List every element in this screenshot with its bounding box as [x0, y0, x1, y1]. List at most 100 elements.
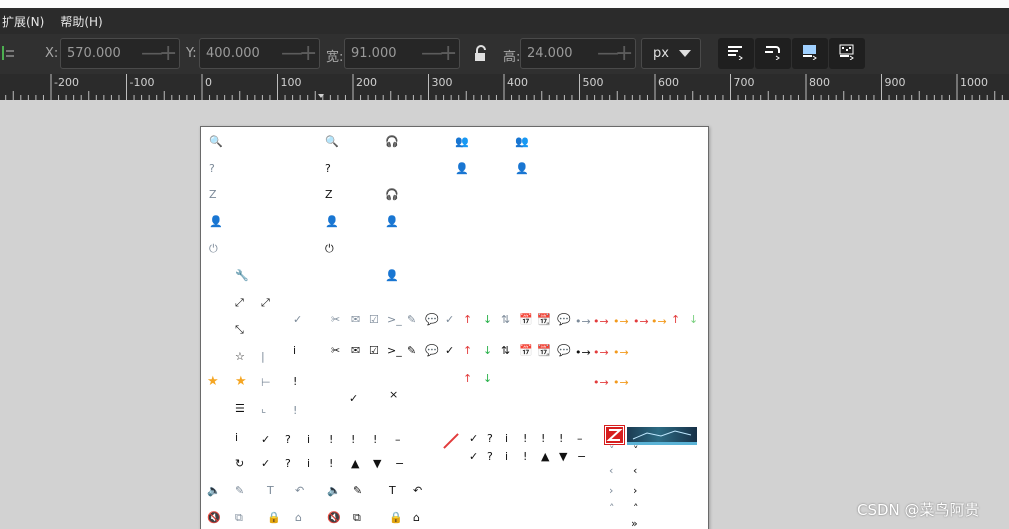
x-spinbox[interactable]: —+ — [60, 38, 180, 69]
dash-icon: – — [577, 432, 583, 445]
ruler-label: 1000 — [960, 76, 988, 89]
z-icon: Z — [325, 188, 333, 201]
x-increment[interactable]: + — [159, 42, 177, 64]
check-icon: ✓ — [349, 392, 359, 405]
y-input[interactable] — [200, 46, 270, 61]
chevron-right-icon: › — [633, 484, 638, 497]
search-icon: 🔍 — [325, 135, 339, 148]
bullet-arrow-icon: •→ — [593, 315, 609, 328]
ruler-label: 700 — [734, 76, 755, 89]
exclamation-icon: ! — [559, 432, 564, 445]
lock-icon: 🔒 — [267, 511, 281, 524]
star-filled-icon: ★ — [207, 374, 219, 389]
warning-triangle-icon: ▲ — [541, 450, 550, 463]
star-outline-icon: ☆ — [235, 350, 245, 363]
move-patterns-button[interactable] — [829, 38, 865, 69]
height-increment[interactable]: + — [615, 42, 633, 64]
x-decrement[interactable]: — — [141, 42, 163, 64]
y-spinbox[interactable]: —+ — [199, 38, 320, 69]
ruler-label: 0 — [205, 76, 212, 89]
italic-i-icon: i — [235, 431, 239, 444]
mail-icon: ✉ — [351, 344, 361, 357]
pencil-icon: ✎ — [353, 484, 363, 497]
fullscreen-icon: ⤢ — [261, 296, 270, 309]
check-icon: ✓ — [261, 433, 271, 446]
select-tool-icon[interactable] — [2, 44, 16, 62]
exclamation-icon: ! — [523, 432, 528, 445]
check-icon: ✓ — [445, 313, 455, 326]
bullet-arrow-icon: •→ — [613, 346, 629, 359]
ruler-label: 900 — [885, 76, 906, 89]
bullet-arrow-icon: •→ — [633, 315, 649, 328]
user-icon: 👤 — [209, 215, 223, 228]
ruler-label: 400 — [507, 76, 528, 89]
pencil-icon: ✎ — [235, 484, 245, 497]
check-circle-outline-icon: ✓ — [293, 313, 303, 326]
warning-triangle-down-icon: ▼ — [559, 450, 568, 463]
document-page[interactable]: 🔍? Z 👤 ⏻ ★ 🔈 🔇 🔧 ⤢ ⤡ ☆ ★ ☰ i ↻ ✎ ⧉ ⤢ | ⊢ ⌞ ✓ ✓ T 🔒?? ↶ ⌂ i i!!! ▲! ▼ – −… — [200, 126, 709, 529]
question-icon: ? — [209, 162, 215, 175]
menubar: 扩展(N) 帮助(H) — [0, 8, 1009, 34]
bullet-arrow-icon: •→ — [651, 315, 667, 328]
height-input[interactable] — [521, 46, 591, 61]
width-increment[interactable]: + — [439, 42, 457, 64]
question-circle-icon: ? — [285, 457, 291, 470]
warning-triangle-icon: ▲ — [351, 457, 360, 470]
terminal-icon: >_ — [387, 344, 402, 357]
ruler-label: 800 — [809, 76, 830, 89]
arrow-down-icon: ↓ — [689, 313, 699, 326]
ruler-label: 500 — [583, 76, 604, 89]
height-decrement[interactable]: — — [597, 42, 619, 64]
app-window: 扩展(N) 帮助(H) X: —+ Y: —+ 宽: —+ 高: —+ — [0, 0, 1009, 529]
chevron-down-icon: ˅ — [633, 444, 639, 457]
horizontal-ruler[interactable]: -200 -100 0 100 200 300 400 500 600 700 800 900 1000 — [0, 74, 1009, 100]
x-input[interactable] — [61, 46, 131, 61]
bar-icon: | — [261, 350, 265, 363]
tee-icon: ⊢ — [261, 376, 271, 389]
bullet-arrow-icon: •→ — [593, 376, 609, 389]
scale-stroke-button[interactable] — [718, 38, 754, 69]
y-decrement[interactable]: — — [281, 42, 303, 64]
height-spinbox[interactable]: —+ — [520, 38, 636, 69]
home-icon: ⌂ — [413, 511, 420, 524]
info-icon: i — [505, 432, 509, 445]
minus-circle-icon: − — [395, 457, 405, 470]
width-input[interactable] — [345, 46, 415, 61]
banner-thumbnail-image — [627, 427, 697, 445]
menu-extensions[interactable]: 扩展(N) — [0, 13, 52, 30]
wrench-icon: 🔧 — [235, 269, 249, 282]
y-increment[interactable]: + — [299, 42, 317, 64]
minus-circle-icon: − — [577, 450, 587, 463]
menu-help[interactable]: 帮助(H) — [58, 13, 110, 30]
lock-ratio-icon[interactable] — [474, 45, 488, 63]
unit-select[interactable]: px — [641, 38, 701, 69]
corner-icon: ⌞ — [261, 402, 267, 415]
calendar-check-icon: 📅 — [519, 313, 533, 326]
height-label: 高: — [503, 50, 521, 65]
headset-icon: 🎧 — [385, 188, 399, 201]
check-icon: ✓ — [469, 432, 479, 445]
arrow-down-icon: ↓ — [483, 372, 493, 385]
exclamation-circle-icon: ! — [523, 450, 528, 463]
question-small-icon: ? — [285, 433, 291, 446]
chevron-right-icon: › — [609, 484, 614, 497]
scale-corners-button[interactable] — [755, 38, 791, 69]
undo-icon: ↶ — [413, 484, 423, 497]
comment-icon: ✎ — [407, 313, 417, 326]
move-gradients-button[interactable] — [792, 38, 828, 69]
canvas-area[interactable]: 🔍? Z 👤 ⏻ ★ 🔈 🔇 🔧 ⤢ ⤡ ☆ ★ ☰ i ↻ ✎ ⧉ ⤢ | ⊢ ⌞ ✓ ✓ T 🔒?? ↶ ⌂ i i!!! ▲! ▼ – −… — [0, 100, 1009, 529]
menu-icon: ☰ — [235, 402, 245, 415]
width-decrement[interactable]: — — [421, 42, 443, 64]
width-label: 宽: — [326, 50, 344, 65]
top-strip — [0, 0, 1009, 8]
lock-icon: 🔒 — [389, 511, 403, 524]
width-spinbox[interactable]: —+ — [344, 38, 460, 69]
users-icon: 👥 — [455, 135, 469, 148]
scale-stroke-icon — [727, 44, 745, 64]
red-slash-line — [443, 433, 459, 449]
double-chevron-right-icon: » — [631, 517, 638, 529]
exclamation-icon: ! — [541, 432, 546, 445]
chevron-down-icon: ˅ — [609, 444, 615, 457]
tools-icon: ✂ — [331, 313, 341, 326]
user-outline-icon: 👤 — [385, 269, 399, 282]
